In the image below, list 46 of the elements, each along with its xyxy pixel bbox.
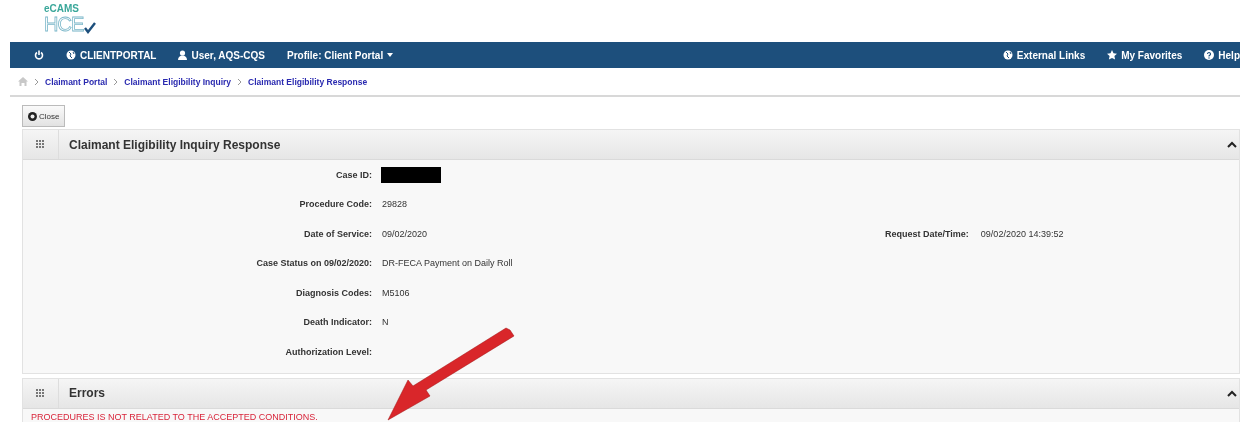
field-label: Case ID: [335, 169, 372, 180]
field-value: N [382, 317, 390, 328]
field-value: 09/02/2020 [382, 228, 429, 239]
error-message: PROCEDURES IS NOT RELATED TO THE ACCEPTED CONDITIONS. [30, 410, 319, 422]
field-label: Procedure Code: [298, 199, 372, 210]
collapse-icon[interactable] [1227, 389, 1237, 397]
field-value: 29828 [382, 199, 409, 210]
nav-link[interactable]: External Links [1002, 49, 1086, 61]
logo-text: eCAMS [44, 4, 80, 14]
redaction-bar [381, 166, 441, 183]
field-label: Request Date/Time: [885, 228, 969, 239]
field-label: Authorization Level: [284, 346, 372, 357]
grid-icon [36, 388, 45, 398]
nav-link[interactable]: CLIENTPORTAL [66, 49, 157, 61]
caret-icon [387, 53, 394, 57]
panel-title: Claimant Eligibility Inquiry Response [68, 137, 282, 152]
collapse-icon[interactable] [1227, 141, 1237, 148]
breadcrumb-link[interactable]: Claimant Portal [45, 76, 108, 87]
chevron-icon [34, 77, 39, 86]
help-icon [1204, 50, 1215, 60]
close-icon [28, 111, 37, 121]
panel-title: Errors [68, 386, 107, 400]
nav-link[interactable]: User, AQS-CQS [178, 49, 266, 61]
field-value: 09/02/2020 14:39:52 [980, 228, 1064, 239]
nav-link[interactable]: Profile: Client Portal [287, 49, 394, 61]
field-label: Diagnosis Codes: [295, 287, 372, 298]
star-icon [1107, 50, 1118, 60]
checkmark-icon [84, 22, 97, 34]
field-value: M5106 [382, 287, 411, 298]
field-value: DR-FECA Payment on Daily Roll [382, 258, 514, 269]
nav-link[interactable]: Help [1204, 49, 1240, 61]
field-label: Case Status on 09/02/2020: [255, 258, 372, 269]
close-button[interactable]: Close [22, 105, 66, 127]
chevron-icon [113, 77, 119, 86]
grid-icon [36, 140, 45, 149]
logo-text: HCE [44, 14, 84, 34]
field-label: Date of Service: [302, 228, 372, 239]
field-label: Death Indicator: [302, 317, 372, 328]
user-icon [178, 50, 188, 60]
breadcrumb-link[interactable]: Claimant Eligibility Response [248, 76, 368, 87]
power-icon[interactable] [34, 50, 44, 60]
nav-link[interactable]: My Favorites [1107, 49, 1183, 61]
globe-icon [1002, 50, 1013, 60]
globe-icon [66, 50, 76, 60]
chevron-icon [237, 77, 243, 86]
breadcrumb-link[interactable]: Claimant Eligibility Inquiry [124, 76, 232, 87]
